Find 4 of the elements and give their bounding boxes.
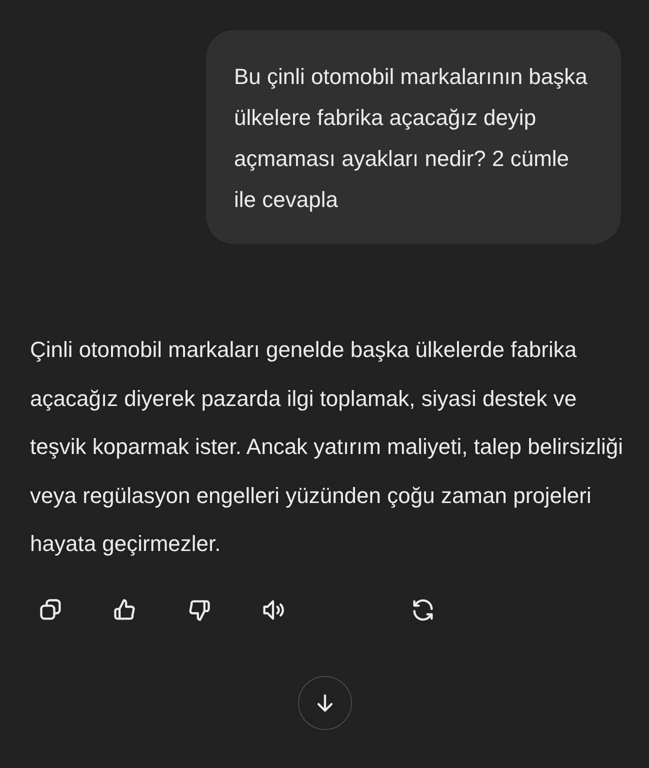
user-message: Bu çinli otomobil markalarının başka ülkelere fabrika açacağız deyip açmaması ayakları nedir? 2 cümle ile cevapla (206, 30, 621, 244)
assistant-message: Çinli otomobil markaları genelde başka ülkelerde fabrika açacağız diyerek pazarda ilgi toplamak, siyasi destek ve teşvik koparmak ister. Ancak yatırım maliyeti, talep belirsizliği veya regülasyon engelleri yüzünden çoğu zaman projeleri hayata geçirmezler. (30, 336, 624, 558)
scroll-down-button[interactable] (298, 676, 352, 730)
copy-icon (38, 596, 64, 622)
